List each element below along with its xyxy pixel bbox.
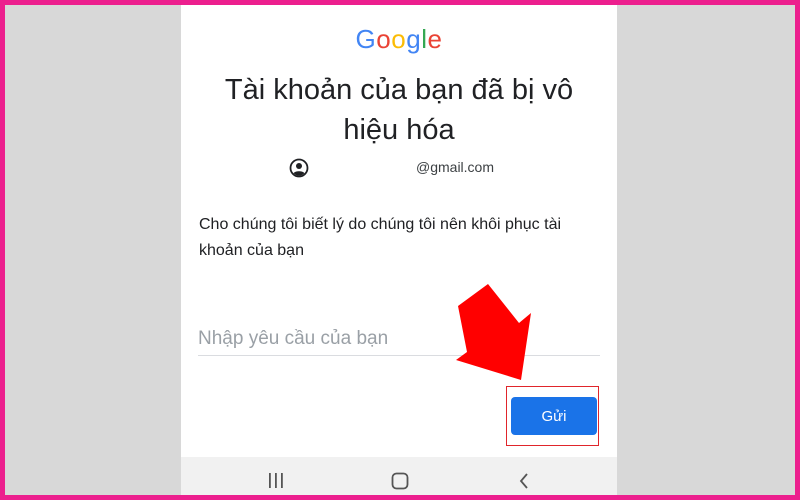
prompt-text: Cho chúng tôi biết lý do chúng tôi nên k…: [199, 216, 562, 259]
home-icon[interactable]: [390, 471, 410, 491]
request-input[interactable]: [198, 325, 600, 353]
page-title: Tài khoản của bạn đã bị vô hiệu hóa: [224, 74, 574, 146]
request-field[interactable]: [198, 325, 600, 356]
account-email: @gmail.com: [416, 159, 495, 175]
logo-letter: e: [427, 24, 443, 54]
account-circle-icon: [289, 158, 309, 178]
recent-apps-icon[interactable]: [267, 471, 285, 491]
google-logo: Google: [181, 24, 617, 55]
account-chip[interactable]: @gmail.com: [181, 158, 617, 180]
logo-letter: G: [355, 24, 377, 54]
phone-screen: Google Tài khoản của bạn đã bị vô hiệu h…: [181, 0, 617, 500]
android-nav-bar: [181, 457, 617, 500]
logo-letter: g: [406, 24, 422, 54]
logo-letter: o: [376, 24, 392, 54]
back-icon[interactable]: [517, 471, 531, 491]
send-button[interactable]: Gửi: [511, 397, 597, 435]
logo-letter: o: [391, 24, 407, 54]
